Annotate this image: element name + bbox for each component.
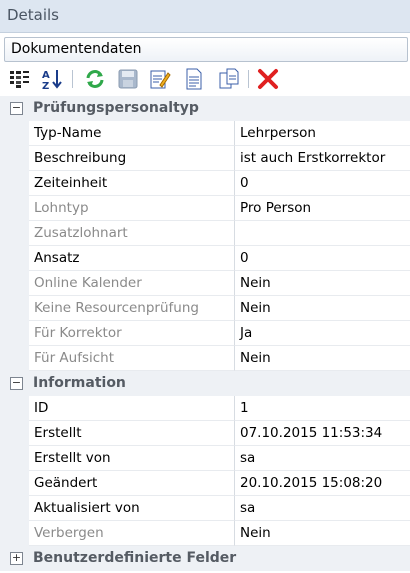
property-row[interactable]: Zusatzlohnart <box>0 221 410 246</box>
property-value[interactable]: Lehrperson <box>235 121 410 146</box>
panel-titlebar: Details <box>0 0 410 33</box>
property-value[interactable]: Nein <box>235 521 410 546</box>
row-gutter <box>0 121 29 146</box>
object-selector-dropdown[interactable]: Dokumentendaten <box>4 37 408 62</box>
property-row[interactable]: Geändert 20.10.2015 15:08:20 <box>0 471 410 496</box>
property-name: Für Korrektor <box>29 321 235 346</box>
property-value[interactable]: ist auch Erstkorrektor <box>235 146 410 171</box>
collapse-icon[interactable]: − <box>10 102 23 115</box>
row-gutter <box>0 396 29 421</box>
property-grid: − Prüfungspersonaltyp Typ-Name Lehrperson Be… <box>0 96 410 571</box>
row-gutter <box>0 171 29 196</box>
property-row[interactable]: Verbergen Nein <box>0 521 410 546</box>
delete-icon[interactable] <box>256 67 280 91</box>
property-value[interactable]: Pro Person <box>235 196 410 221</box>
row-gutter <box>0 246 29 271</box>
row-gutter <box>0 196 29 221</box>
property-value[interactable]: Nein <box>235 271 410 296</box>
category-label: Benutzerdefinierte Felder <box>33 550 237 566</box>
property-value[interactable]: Nein <box>235 346 410 371</box>
property-row[interactable]: Lohntyp Pro Person <box>0 196 410 221</box>
property-row[interactable]: Ansatz 0 <box>0 246 410 271</box>
property-name: Verbergen <box>29 521 235 546</box>
refresh-icon[interactable] <box>83 67 107 91</box>
property-value[interactable]: 07.10.2015 11:53:34 <box>235 421 410 446</box>
property-value[interactable]: Ja <box>235 321 410 346</box>
object-selector-value: Dokumentendaten <box>11 41 142 57</box>
row-gutter <box>0 346 29 371</box>
row-gutter <box>0 221 29 246</box>
property-value[interactable]: sa <box>235 496 410 521</box>
sort-alphabetical-icon[interactable]: A Z <box>40 67 64 91</box>
category-label: Prüfungspersonaltyp <box>33 100 199 116</box>
row-gutter <box>0 321 29 346</box>
svg-text:A: A <box>42 70 50 81</box>
copy-icon[interactable] <box>217 67 241 91</box>
category-label: Information <box>33 375 126 391</box>
property-value[interactable]: 0 <box>235 171 410 196</box>
categorized-view-icon[interactable] <box>8 67 32 91</box>
category-header[interactable]: + Benutzerdefinierte Felder <box>0 546 410 571</box>
property-name: Online Kalender <box>29 271 235 296</box>
property-value[interactable]: 1 <box>235 396 410 421</box>
expand-icon[interactable]: + <box>10 552 23 565</box>
property-name: Geändert <box>29 471 235 496</box>
property-name: Beschreibung <box>29 146 235 171</box>
property-row[interactable]: Für Korrektor Ja <box>0 321 410 346</box>
row-gutter <box>0 421 29 446</box>
property-name: Ansatz <box>29 246 235 271</box>
property-row[interactable]: Aktualisiert von sa <box>0 496 410 521</box>
property-row[interactable]: Erstellt von sa <box>0 446 410 471</box>
property-name: Für Aufsicht <box>29 346 235 371</box>
property-row[interactable]: Erstellt 07.10.2015 11:53:34 <box>0 421 410 446</box>
property-name: Keine Resourcenprüfung <box>29 296 235 321</box>
property-value[interactable] <box>235 221 410 246</box>
property-name: Erstellt <box>29 421 235 446</box>
property-name: Erstellt von <box>29 446 235 471</box>
property-row[interactable]: Zeiteinheit 0 <box>0 171 410 196</box>
collapse-icon[interactable]: − <box>10 377 23 390</box>
property-row[interactable]: Beschreibung ist auch Erstkorrektor <box>0 146 410 171</box>
property-name: Lohntyp <box>29 196 235 221</box>
property-name: Zusatzlohnart <box>29 221 235 246</box>
row-gutter <box>0 446 29 471</box>
toolbar-separator <box>72 70 73 88</box>
row-gutter <box>0 521 29 546</box>
property-row[interactable]: Für Aufsicht Nein <box>0 346 410 371</box>
property-name: Aktualisiert von <box>29 496 235 521</box>
panel-title: Details <box>7 6 60 24</box>
property-name: Zeiteinheit <box>29 171 235 196</box>
edit-icon[interactable] <box>148 67 172 91</box>
category-header[interactable]: − Information <box>0 371 410 396</box>
property-name: ID <box>29 396 235 421</box>
property-value[interactable]: 20.10.2015 15:08:20 <box>235 471 410 496</box>
category-header[interactable]: − Prüfungspersonaltyp <box>0 96 410 121</box>
property-name: Typ-Name <box>29 121 235 146</box>
toolbar-separator <box>248 70 249 88</box>
property-value[interactable]: Nein <box>235 296 410 321</box>
row-gutter <box>0 296 29 321</box>
property-row[interactable]: Online Kalender Nein <box>0 271 410 296</box>
property-value[interactable]: 0 <box>235 246 410 271</box>
row-gutter <box>0 496 29 521</box>
row-gutter <box>0 146 29 171</box>
document-icon[interactable] <box>182 67 206 91</box>
svg-text:Z: Z <box>42 81 49 90</box>
property-row[interactable]: Keine Resourcenprüfung Nein <box>0 296 410 321</box>
property-row[interactable]: Typ-Name Lehrperson <box>0 121 410 146</box>
save-icon[interactable] <box>116 67 140 91</box>
property-row[interactable]: ID 1 <box>0 396 410 421</box>
property-value[interactable]: sa <box>235 446 410 471</box>
row-gutter <box>0 471 29 496</box>
row-gutter <box>0 271 29 296</box>
toolbar: A Z <box>0 64 410 94</box>
